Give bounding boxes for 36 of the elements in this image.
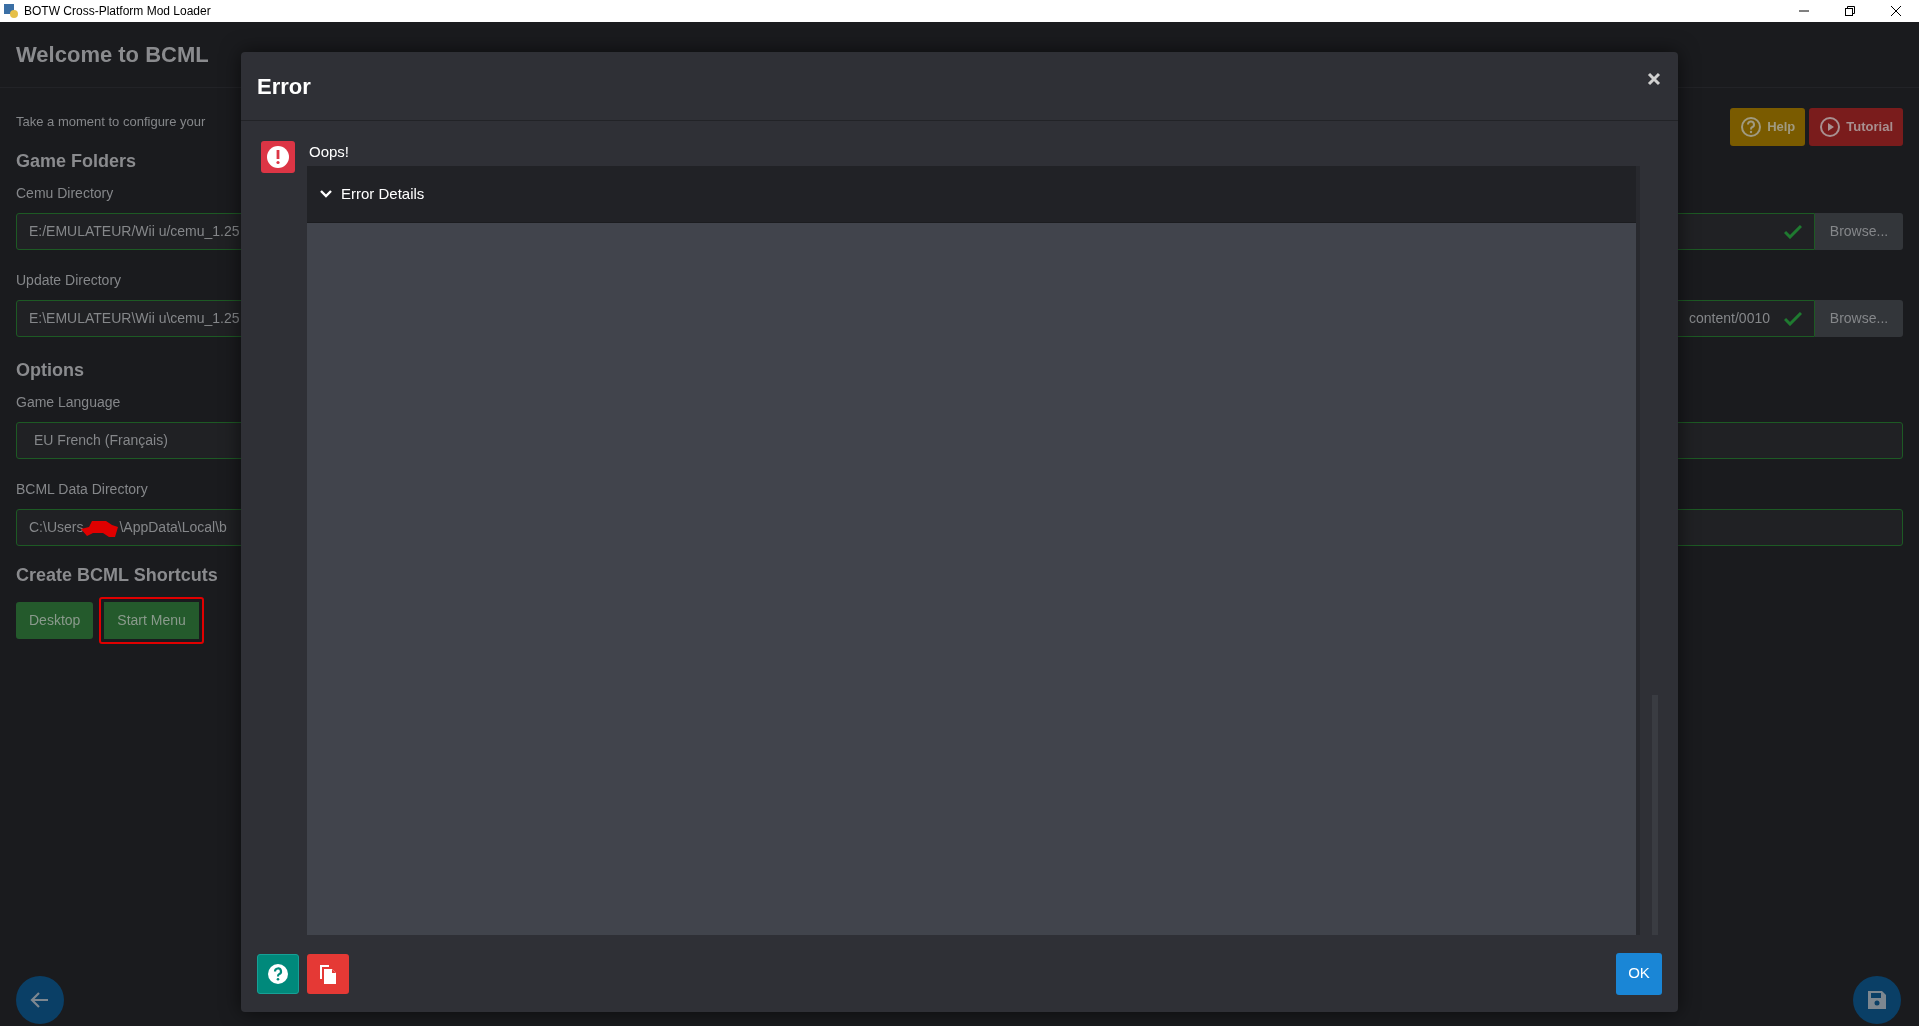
section-heading: Options	[16, 359, 84, 382]
back-button[interactable]	[16, 976, 64, 1024]
field-label: Cemu Directory	[16, 184, 114, 203]
page-title: Welcome to BCML	[16, 41, 209, 69]
app-icon	[4, 4, 18, 18]
play-icon	[1819, 116, 1842, 138]
section-heading: Create BCML Shortcuts	[16, 564, 218, 587]
copy-button[interactable]	[307, 953, 349, 994]
save-button[interactable]	[1853, 976, 1901, 1024]
field-label: BCML Data Directory	[16, 480, 148, 499]
intro-text: Take a moment to configure your	[16, 113, 206, 131]
chevron-icon	[319, 189, 333, 199]
help-button[interactable]	[257, 953, 299, 994]
window-title: BOTW Cross-Platform Mod Loader	[24, 3, 211, 20]
dialog-title: Error	[257, 72, 311, 101]
shortcut-button[interactable]: Start Menu	[99, 597, 204, 644]
field-label: Game Language	[16, 393, 121, 412]
error-details-toggle[interactable]: Error Details	[307, 166, 1636, 223]
save-icon	[1867, 990, 1887, 1010]
error-icon	[261, 141, 295, 173]
help-button[interactable]: Help	[1730, 108, 1806, 146]
shortcut-button[interactable]: Desktop	[16, 602, 94, 639]
copy-icon	[317, 962, 339, 985]
help-icon	[267, 962, 289, 985]
close-icon	[1891, 6, 1901, 16]
ok-button[interactable]: OK	[1616, 952, 1662, 995]
browse-button[interactable]: Browse...	[1815, 300, 1903, 337]
section-heading: Game Folders	[16, 150, 137, 173]
field-label: Update Directory	[16, 271, 122, 290]
close-icon	[1647, 72, 1661, 86]
tutorial-button[interactable]: Tutorial	[1809, 108, 1903, 146]
error-message: Oops!	[309, 142, 351, 162]
back-arrow-icon	[30, 990, 50, 1010]
restore-icon	[1845, 6, 1855, 16]
browse-button[interactable]: Browse...	[1815, 213, 1903, 250]
help-icon	[1740, 116, 1763, 138]
